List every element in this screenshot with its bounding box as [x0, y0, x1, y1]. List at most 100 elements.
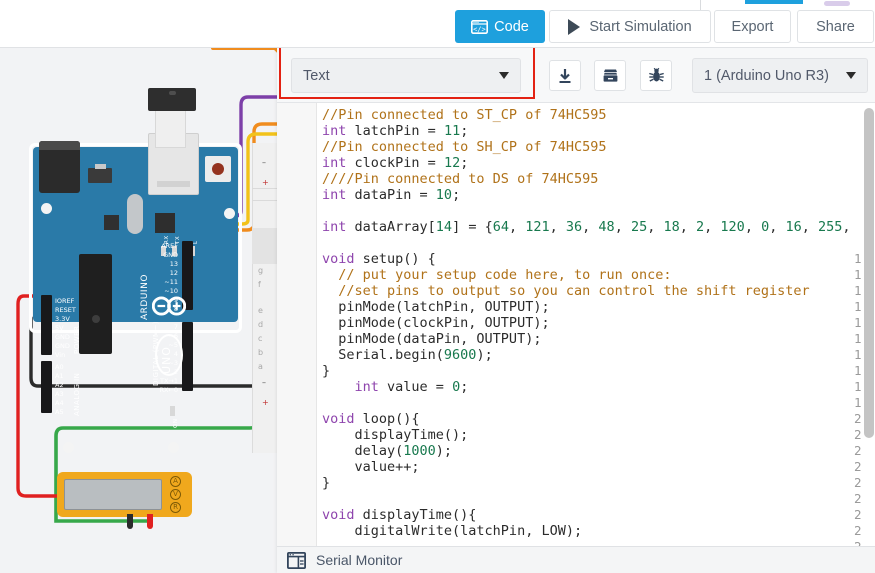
analog-header[interactable] [41, 361, 52, 413]
multimeter-amps-knob[interactable]: A [170, 476, 181, 487]
code-line[interactable]: // put your setup code here, to run once… [322, 267, 672, 283]
code-line[interactable]: //Pin connected to ST_CP of 74HC595 [322, 107, 606, 123]
code-token: ; [460, 123, 469, 139]
digital-header-bottom[interactable] [182, 322, 193, 391]
voltage-regulator [88, 168, 112, 183]
breadboard-row-label-b: b [258, 348, 264, 357]
code-token: setup() { [354, 251, 436, 267]
code-line[interactable]: } [322, 363, 330, 379]
mount-hole [41, 203, 52, 214]
multimeter-ohms-knob[interactable]: R [170, 502, 181, 513]
code-token: ////Pin connected to DS of 74HC595 [322, 171, 599, 187]
code-line[interactable]: pinMode(latchPin, OUTPUT); [322, 299, 550, 315]
board-select-value: 1 (Arduino Uno R3) [704, 67, 829, 84]
pin-label-gnd2: GND [55, 342, 70, 350]
code-token: int [322, 123, 347, 139]
breadboard-row-label-a: a [258, 362, 263, 371]
code-line[interactable]: //set pins to output so you can control … [322, 283, 809, 299]
share-button[interactable]: Share [797, 10, 874, 43]
code-token: , [647, 219, 664, 235]
board-select[interactable]: 1 (Arduino Uno R3) [692, 58, 868, 93]
code-token: , [508, 219, 526, 235]
mount-hole [224, 208, 235, 219]
code-token: ; [460, 379, 469, 395]
pin-label-ioref: IOREF [55, 297, 75, 305]
code-mode-value: Text [303, 67, 330, 84]
code-token: digitalWrite(latchPin, LOW); [322, 523, 583, 539]
code-token: ] = { [452, 219, 493, 235]
voltage-regulator-tab [95, 164, 106, 169]
multimeter-red-probe[interactable] [147, 514, 153, 529]
debug-button[interactable] [640, 60, 672, 91]
start-simulation-button[interactable]: Start Simulation [549, 10, 711, 43]
code-token: 1000 [403, 443, 436, 459]
multimeter-volts-knob[interactable]: V [170, 489, 181, 500]
code-text-area[interactable]: //Pin connected to ST_CP of 74HC595 int l… [322, 103, 867, 573]
code-editor[interactable]: 1234567891011121314151617181920212223242… [277, 103, 875, 573]
chevron-down-icon [499, 72, 509, 79]
code-line[interactable]: void displayTime(){ [322, 507, 476, 523]
code-line[interactable]: pinMode(clockPin, OUTPUT); [322, 315, 549, 331]
code-line[interactable]: } [322, 475, 330, 491]
code-mode-select[interactable]: Text [291, 58, 521, 93]
code-line[interactable]: pinMode(dataPin, OUTPUT); [322, 331, 541, 347]
code-token: 64 [492, 219, 509, 235]
code-line[interactable]: //Pin connected to SH_CP of 74HC595 [322, 139, 606, 155]
code-token: , [744, 219, 762, 235]
code-line[interactable]: displayTime(); [322, 427, 469, 443]
mount-hole [63, 442, 74, 453]
code-token: , [549, 219, 566, 235]
export-button[interactable]: Export [714, 10, 791, 43]
code-line[interactable]: delay(1000); [322, 443, 453, 459]
code-line[interactable]: int clockPin = 12; [322, 155, 468, 171]
code-line[interactable]: void loop(){ [322, 411, 420, 427]
pin-label-a1: A1 [55, 372, 64, 380]
code-token: // put your setup code here, to run once… [322, 267, 672, 283]
atmega-mcu [79, 254, 112, 354]
code-token: int [322, 155, 347, 171]
code-token: //Pin connected to SH_CP of 74HC595 [322, 139, 607, 155]
code-token: delay( [322, 443, 404, 459]
code-token: , [679, 219, 697, 235]
bug-icon [648, 67, 664, 82]
mount-hole [168, 442, 179, 453]
code-line[interactable]: Serial.begin(9600); [322, 347, 493, 363]
code-line[interactable]: int latchPin = 11; [322, 123, 468, 139]
pin-label-a4: A4 [55, 399, 64, 407]
code-token: pinMode(latchPin, OUTPUT); [322, 299, 550, 315]
usb-port-inner [157, 181, 190, 187]
power-header[interactable] [41, 295, 52, 355]
code-line[interactable]: int value = 0; [322, 379, 469, 395]
code-token: ); [476, 347, 493, 363]
vertical-scrollbar-thumb[interactable] [864, 108, 874, 438]
code-token: 14 [435, 219, 453, 235]
code-token: } [322, 363, 331, 379]
code-token: 25 [630, 219, 648, 235]
code-token: 48 [598, 219, 615, 235]
code-line[interactable]: void setup() { [322, 251, 436, 267]
serial-monitor-bar[interactable]: Serial Monitor [277, 546, 875, 573]
library-drawer-icon [603, 69, 617, 82]
power-header-label: POWER [73, 325, 81, 354]
code-line[interactable]: digitalWrite(latchPin, LOW); [322, 523, 583, 539]
code-panel: 1234567891011121314151617181920212223242… [277, 48, 875, 573]
small-chip [104, 215, 119, 230]
circuit-canvas[interactable]: RX TX L ON AREF GND 13 12 ~11 ~10 ~9 8 7… [0, 48, 290, 573]
code-line[interactable]: int dataPin = 10; [322, 187, 460, 203]
pin-label-a5: A5 [55, 408, 64, 416]
code-library-button[interactable] [594, 60, 626, 91]
download-code-button[interactable] [549, 60, 581, 91]
code-token: , [582, 219, 599, 235]
breadboard-row-label-c: c [258, 334, 263, 343]
code-line[interactable]: int dataArray[14] = {64, 121, 36, 48, 25… [322, 219, 851, 235]
code-line[interactable]: value++; [322, 459, 420, 475]
code-token: 16 [785, 219, 802, 235]
code-line[interactable]: ////Pin connected to DS of 74HC595 [322, 171, 598, 187]
download-icon [559, 68, 571, 83]
usb-plug-detail [169, 91, 176, 95]
code-button[interactable]: </> Code [455, 10, 545, 43]
code-token: 10 [435, 187, 453, 203]
multimeter-black-probe[interactable] [127, 514, 133, 529]
code-token: value = [378, 379, 453, 395]
